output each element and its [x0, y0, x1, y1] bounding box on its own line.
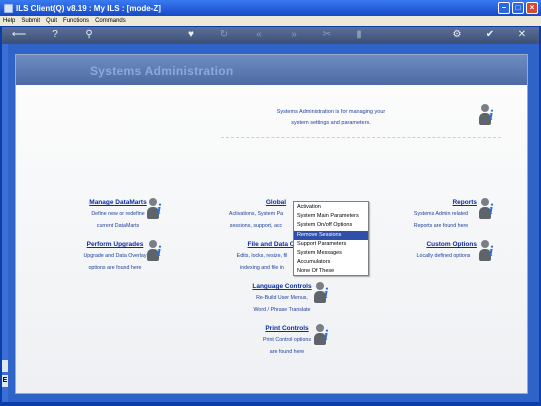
- global-context-menu: Activation System Main Parameters System…: [293, 201, 369, 276]
- custom-options-person-icon[interactable]: i: [478, 240, 498, 262]
- menu-item-system-onoff-options[interactable]: System On/off Options: [294, 221, 368, 230]
- back-arrow-icon[interactable]: ⟵: [8, 29, 30, 41]
- reports-person-icon[interactable]: i: [478, 198, 498, 220]
- divider: [221, 137, 501, 138]
- minimize-button[interactable]: –: [498, 2, 510, 14]
- page-banner: Systems Administration: [16, 55, 527, 85]
- file-data-desc-1: Edits, locks, resize, fil: [236, 253, 288, 259]
- menu-functions[interactable]: Functions: [63, 18, 89, 24]
- file-data-link[interactable]: File and Data C: [224, 240, 300, 250]
- menu-bar: Help Submit Quit Functions Commands: [0, 16, 541, 26]
- side-tab-e[interactable]: E: [2, 375, 8, 387]
- print-controls-person-icon[interactable]: i: [313, 324, 333, 346]
- print-icon[interactable]: ▮: [352, 29, 366, 41]
- global-desc-2: sessions, support, acc: [229, 223, 283, 229]
- print-controls-link[interactable]: Print Controls: [252, 324, 322, 334]
- intro-line-1: Systems Administration is for managing y…: [276, 109, 386, 115]
- window-controls: – □ ×: [498, 2, 538, 14]
- reports-link[interactable]: Reports: [401, 198, 481, 208]
- menu-item-activation[interactable]: Activation: [294, 203, 368, 212]
- help-person-icon[interactable]: i: [478, 104, 498, 126]
- menu-quit[interactable]: Quit: [46, 18, 57, 24]
- search-icon[interactable]: ⚲: [82, 29, 96, 41]
- section-file-data: File and Data C Edits, locks, resize, fi…: [224, 240, 300, 274]
- language-controls-link[interactable]: Language Controls: [244, 282, 320, 292]
- file-data-desc-2: indexing and file in: [240, 265, 284, 271]
- language-controls-desc-2: Word / Phrase Translate: [253, 307, 311, 313]
- manage-datamarts-desc-2: current DataMarts: [96, 223, 140, 229]
- check-icon[interactable]: ✔: [483, 29, 497, 41]
- main-panel: Systems Administration Systems Administr…: [15, 54, 528, 394]
- print-controls-desc-1: Print Control options: [263, 337, 311, 343]
- app-icon: [4, 3, 13, 13]
- menu-item-none-of-these[interactable]: None Of These: [294, 267, 368, 276]
- menu-item-accumulators[interactable]: Accumulators: [294, 258, 368, 267]
- close-icon[interactable]: ✕: [515, 29, 529, 41]
- refresh-icon[interactable]: ↻: [217, 29, 231, 41]
- custom-options-link[interactable]: Custom Options: [406, 240, 481, 250]
- language-controls-desc-1: Re-Build User Menus,: [256, 295, 308, 301]
- language-controls-person-icon[interactable]: i: [313, 282, 333, 304]
- intro-text: Systems Administration is for managing y…: [256, 107, 406, 129]
- side-strip: E: [2, 44, 8, 402]
- menu-help[interactable]: Help: [3, 18, 15, 24]
- window-title: ILS Client(Q) v8.19 : My ILS : [mode-Z]: [16, 3, 161, 13]
- reports-desc-1: Systems Admin related: [413, 211, 469, 217]
- side-tab[interactable]: [2, 360, 8, 372]
- title-bar: ILS Client(Q) v8.19 : My ILS : [mode-Z] …: [0, 0, 541, 16]
- page-title: Systems Administration: [90, 64, 234, 78]
- rewind-icon[interactable]: «: [252, 29, 266, 41]
- help-icon[interactable]: ?: [48, 29, 62, 41]
- print-controls-desc-2: are found here: [269, 349, 305, 355]
- bottom-edge: [0, 402, 541, 406]
- section-global: Global Activations, System Pa sessions, …: [216, 198, 296, 232]
- maximize-button[interactable]: □: [512, 2, 524, 14]
- tools-icon[interactable]: ✂: [320, 29, 334, 41]
- menu-item-support-parameters[interactable]: Support Parameters: [294, 240, 368, 249]
- section-custom-options: Custom Options Locally defined options: [406, 240, 481, 262]
- toolbar: ⟵ ? ⚲ ♥ ↻ « » ✂ ▮ ⚙ ✔ ✕: [2, 27, 539, 44]
- section-reports: Reports Systems Admin related Reports ar…: [401, 198, 481, 232]
- close-window-button[interactable]: ×: [526, 2, 538, 14]
- reports-desc-2: Reports are found here: [413, 223, 469, 229]
- menu-submit[interactable]: Submit: [21, 18, 40, 24]
- section-language-controls: Language Controls Re-Build User Menus, W…: [244, 282, 320, 316]
- manage-datamarts-person-icon[interactable]: i: [146, 198, 166, 220]
- heart-icon[interactable]: ♥: [184, 29, 198, 41]
- menu-item-system-messages[interactable]: System Messages: [294, 249, 368, 258]
- section-print-controls: Print Controls Print Control options are…: [252, 324, 322, 358]
- intro-line-2: system settings and parameters.: [291, 120, 371, 126]
- settings-icon[interactable]: ⚙: [450, 29, 464, 41]
- perform-upgrades-desc-2: options are found here: [88, 265, 142, 271]
- custom-options-desc-1: Locally defined options: [416, 253, 471, 259]
- global-link[interactable]: Global: [216, 198, 296, 208]
- menu-item-system-main-parameters[interactable]: System Main Parameters: [294, 212, 368, 221]
- global-desc-1: Activations, System Pa: [228, 211, 284, 217]
- perform-upgrades-person-icon[interactable]: i: [146, 240, 166, 262]
- menu-item-remove-sessions[interactable]: Remove Sessions: [294, 230, 368, 240]
- fast-forward-icon[interactable]: »: [287, 29, 301, 41]
- menu-commands[interactable]: Commands: [95, 18, 126, 24]
